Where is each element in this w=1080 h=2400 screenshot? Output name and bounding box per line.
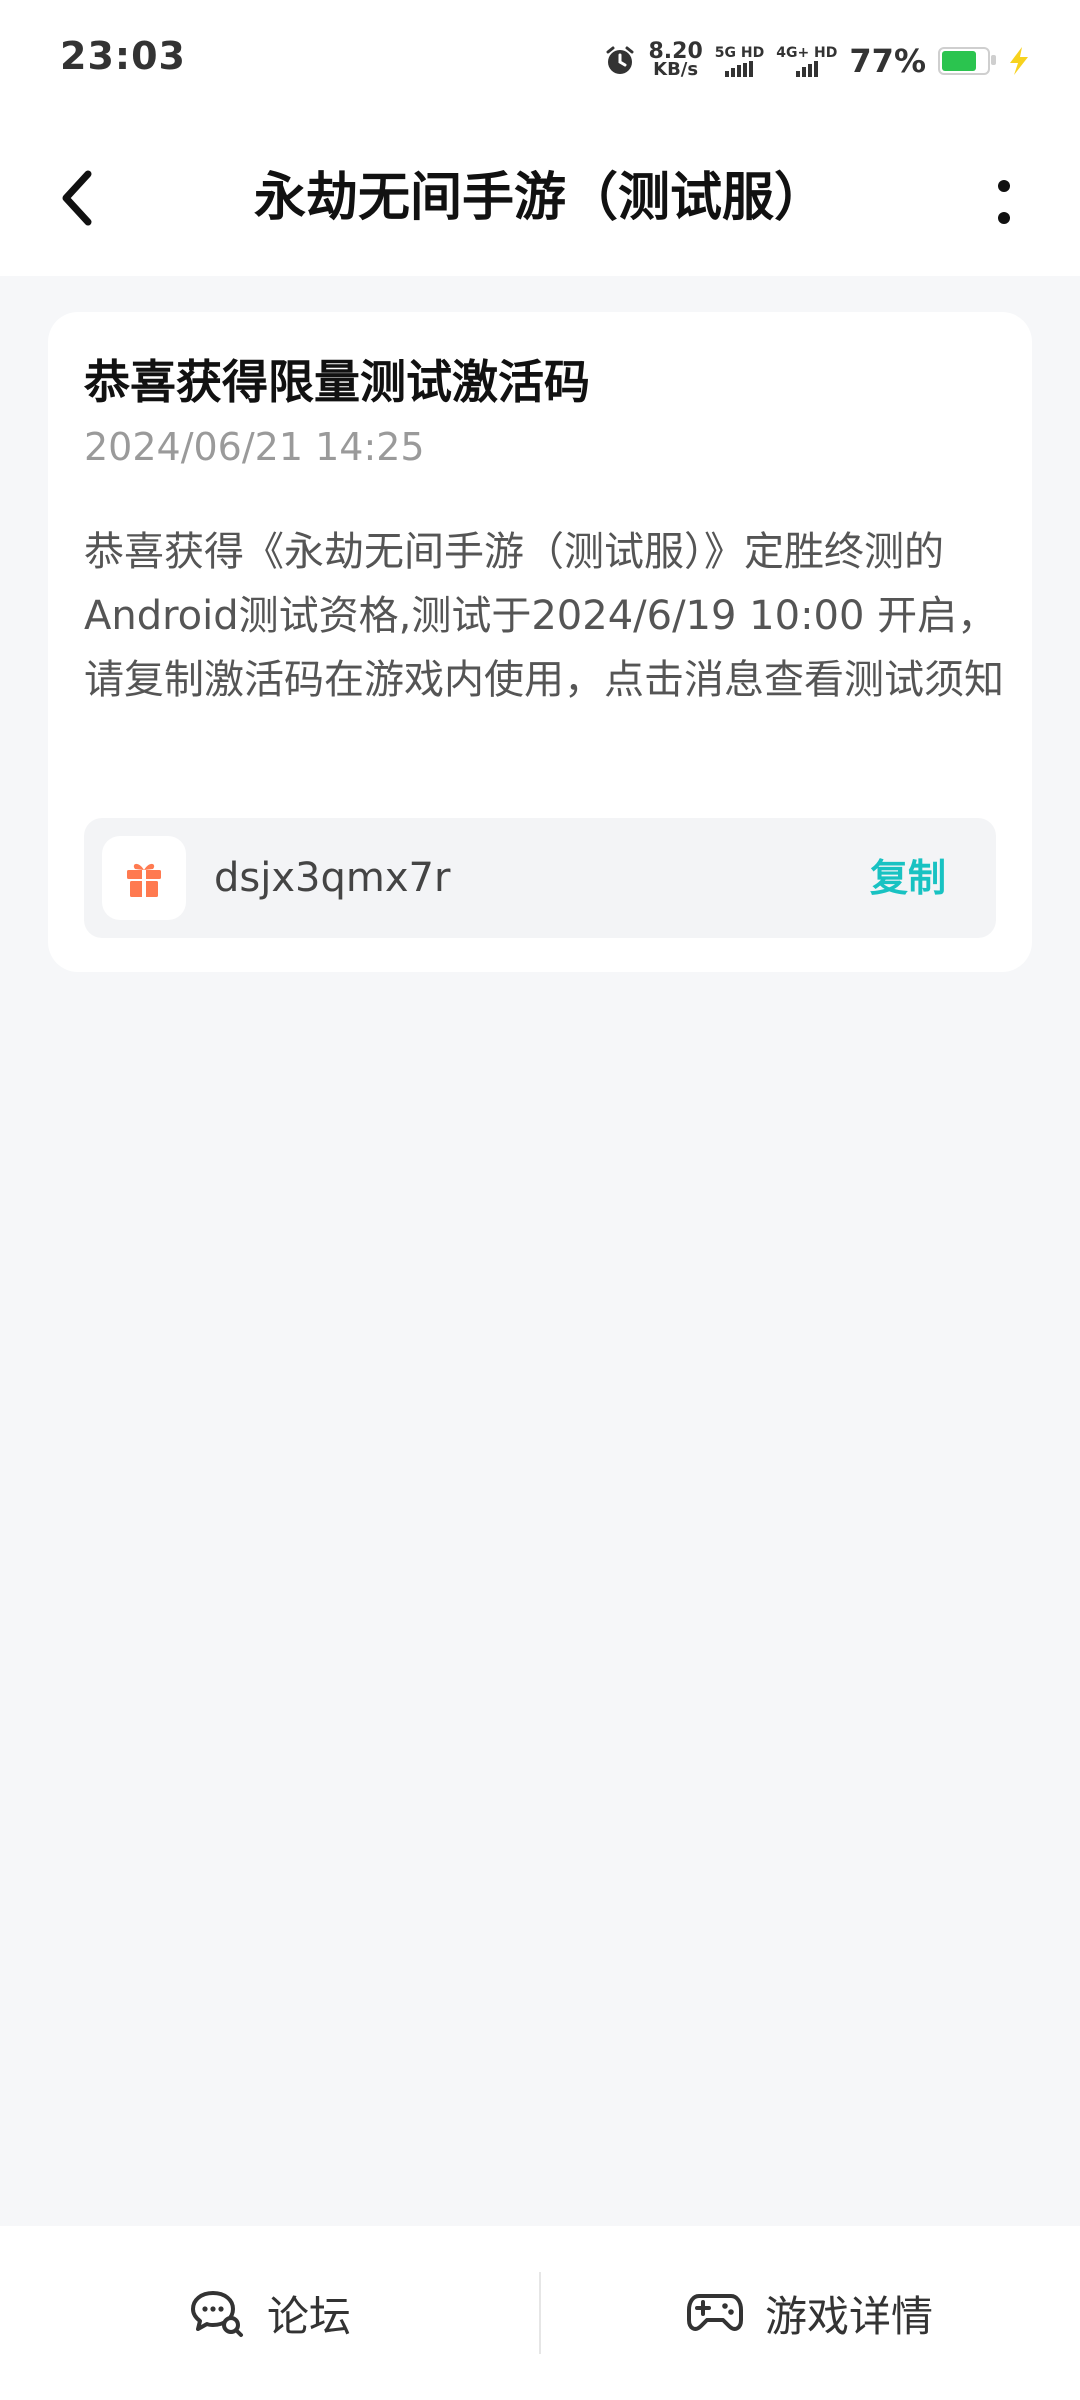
gift-icon (127, 863, 161, 897)
activation-code-box: dsjx3qmx7r 复制 (84, 818, 996, 938)
status-time: 23:03 (60, 34, 186, 78)
status-bar: 23:03 8.20 KB/s 5G HD 4G+ HD 77% (0, 0, 1080, 120)
activation-code: dsjx3qmx7r (214, 855, 451, 901)
sim1-signal-bars-icon (725, 61, 754, 77)
message-date: 2024/06/21 14:25 (84, 425, 425, 469)
page-title: 永劫无间手游（测试服） (253, 168, 826, 228)
app-header: 永劫无间手游（测试服） (0, 120, 1080, 276)
game-detail-label: 游戏详情 (764, 2291, 933, 2341)
network-speed-unit: KB/s (653, 59, 699, 80)
sim2-label: 4G+ HD (776, 45, 838, 61)
alarm-icon (606, 46, 634, 74)
copy-button[interactable]: 复制 (870, 852, 946, 904)
message-title: 恭喜获得限量测试激活码 (84, 355, 590, 409)
status-icons: 8.20 KB/s 5G HD 4G+ HD 77% (604, 38, 1036, 84)
game-detail-button[interactable]: 游戏详情 (540, 2226, 1080, 2400)
forum-button[interactable]: 论坛 (0, 2226, 540, 2400)
bottom-nav: 论坛 游戏详情 (0, 2226, 1080, 2400)
sim1-label: 5G HD (714, 45, 765, 61)
more-vertical-icon (998, 180, 1010, 224)
more-options-button[interactable] (974, 166, 1034, 238)
sim2-signal: 4G+ HD (776, 45, 837, 77)
forum-chat-icon (190, 2291, 243, 2337)
sim1-signal: 5G HD (715, 45, 764, 77)
message-card[interactable]: 恭喜获得限量测试激活码 2024/06/21 14:25 恭喜获得《永劫无间手游… (48, 312, 1032, 972)
gamepad-icon (686, 2294, 743, 2331)
forum-label: 论坛 (266, 2291, 351, 2341)
gift-icon-container (102, 836, 186, 920)
back-button[interactable] (46, 160, 110, 236)
chevron-left-icon (62, 170, 92, 226)
charging-bolt-icon (1010, 47, 1028, 75)
battery-icon (938, 47, 996, 75)
battery-fill (942, 51, 976, 71)
network-speed: 8.20 KB/s (648, 41, 702, 80)
battery-percent: 77% (849, 42, 926, 80)
message-body: 恭喜获得《永劫无间手游（测试服）》定胜终测的Android测试资格,测试于202… (84, 529, 1004, 703)
sim2-signal-bars-icon (795, 61, 818, 77)
